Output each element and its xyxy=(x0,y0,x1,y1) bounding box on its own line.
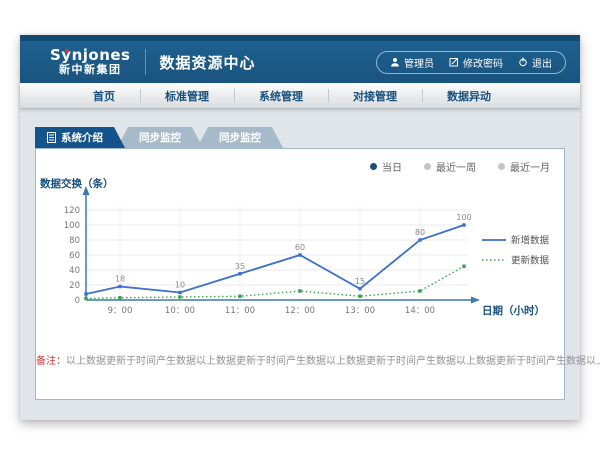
legend-entry-0[interactable]: 新增数据 xyxy=(482,235,550,247)
series-0-point-2 xyxy=(178,291,181,294)
svg-text:13：00: 13：00 xyxy=(345,306,375,316)
logo-brand-text: Synjones xyxy=(50,48,131,64)
series-0-point-0 xyxy=(84,292,87,295)
svg-text:40: 40 xyxy=(69,266,80,276)
radio-today[interactable]: 当日 xyxy=(370,159,402,174)
tab-bar: 系统介绍 同步监控 同步监控 xyxy=(35,127,565,148)
power-icon xyxy=(518,57,528,67)
svg-text:14：00: 14：00 xyxy=(405,306,435,316)
svg-text:80: 80 xyxy=(69,236,80,246)
series-1-point-4 xyxy=(298,289,301,292)
tab-sync-monitor-1[interactable]: 同步监控 xyxy=(117,127,203,148)
admin-user-label: 管理员 xyxy=(404,55,434,70)
radio-last-week-label: 最近一周 xyxy=(436,159,476,174)
nav-item-home[interactable]: 首页 xyxy=(68,83,140,108)
series-1-point-5 xyxy=(358,295,361,298)
nav-item-interface-mgmt-label: 对接管理 xyxy=(353,88,397,104)
series-1-point-2 xyxy=(178,295,181,298)
logout-label: 退出 xyxy=(532,55,552,70)
svg-text:15: 15 xyxy=(355,277,365,286)
radio-dot xyxy=(370,163,377,170)
footnote: 备注：以上数据更新于时间产生数据以上数据更新于时间产生数据以上数据更新于时间产生… xyxy=(36,352,564,367)
svg-text:12：00: 12：00 xyxy=(285,306,315,316)
series-line-0 xyxy=(86,225,464,294)
line-chart: 数据交换（条） 日期（小时） 0 20 40 60 80 100 120 9：00 10：00 11：… xyxy=(36,176,564,340)
admin-user-button[interactable]: 管理员 xyxy=(390,55,434,70)
data-exchange-chart: 数据交换（条） 日期（小时） 0 20 40 60 80 100 120 9：00 10：00 11：… xyxy=(36,176,564,336)
series-1-point-7 xyxy=(462,265,465,268)
svg-text:120: 120 xyxy=(64,206,80,216)
series-0-point-5 xyxy=(358,287,361,290)
svg-text:60: 60 xyxy=(69,251,80,261)
nav-item-data-change[interactable]: 数据异动 xyxy=(422,83,516,108)
series-0-point-6 xyxy=(418,238,421,241)
logout-button[interactable]: 退出 xyxy=(518,55,552,70)
nav-item-interface-mgmt[interactable]: 对接管理 xyxy=(328,83,422,108)
legend-entry-1[interactable]: 更新数据 xyxy=(482,255,550,267)
svg-text:60: 60 xyxy=(295,243,305,252)
radio-last-week[interactable]: 最近一周 xyxy=(424,159,476,174)
nav-item-system-mgmt-label: 系统管理 xyxy=(259,88,303,104)
series-0-point-7 xyxy=(462,223,465,226)
chart-panel: 当日 最近一周 最近一月 数据交换（条） 日期（小时） 0 20 40 60 80 100 12… xyxy=(35,148,565,400)
svg-text:10: 10 xyxy=(175,281,185,290)
series-0-point-4 xyxy=(298,253,301,256)
svg-text:9：00: 9：00 xyxy=(108,306,133,316)
change-password-button[interactable]: 修改密码 xyxy=(449,55,503,70)
nav-item-data-change-label: 数据异动 xyxy=(447,88,491,104)
nav-item-standard-mgmt-label: 标准管理 xyxy=(165,88,209,104)
svg-text:100: 100 xyxy=(456,213,471,222)
svg-text:日期（小时）: 日期（小时） xyxy=(482,304,545,317)
radio-last-month[interactable]: 最近一月 xyxy=(498,159,550,174)
radio-today-label: 当日 xyxy=(382,159,402,174)
radio-last-month-label: 最近一月 xyxy=(510,159,550,174)
series-1-point-3 xyxy=(238,295,241,298)
tab-sync-monitor-2-label: 同步监控 xyxy=(219,130,261,145)
nav-item-system-mgmt[interactable]: 系统管理 xyxy=(234,83,328,108)
series-1-point-1 xyxy=(118,296,121,299)
change-password-label: 修改密码 xyxy=(463,55,503,70)
svg-text:更新数据: 更新数据 xyxy=(511,255,550,267)
document-icon xyxy=(47,132,56,143)
nav-item-home-label: 首页 xyxy=(93,88,115,104)
time-range-radios: 当日 最近一周 最近一月 xyxy=(36,149,564,174)
logo-sub-text: 新中新集团 xyxy=(50,64,131,76)
tab-sync-monitor-2[interactable]: 同步监控 xyxy=(197,127,283,148)
svg-text:新增数据: 新增数据 xyxy=(511,235,550,247)
app-header: Synjones 新中新集团 数据资源中心 管理员 修改密码 xyxy=(20,41,580,83)
nav-item-standard-mgmt[interactable]: 标准管理 xyxy=(140,83,234,108)
header-divider xyxy=(145,49,146,75)
series-0-point-1 xyxy=(118,285,121,288)
series-line-1 xyxy=(86,266,464,298)
tab-system-intro-label: 系统介绍 xyxy=(61,130,103,145)
series-1-point-6 xyxy=(418,289,421,292)
app-window: Synjones 新中新集团 数据资源中心 管理员 修改密码 xyxy=(20,35,580,420)
svg-text:80: 80 xyxy=(415,228,425,237)
series-1-point-0 xyxy=(84,297,87,300)
svg-text:数据交换（条）: 数据交换（条） xyxy=(39,177,114,190)
radio-dot xyxy=(498,163,505,170)
svg-text:100: 100 xyxy=(64,221,80,231)
svg-text:11：00: 11：00 xyxy=(225,306,255,316)
footnote-text: 以上数据更新于时间产生数据以上数据更新于时间产生数据以上数据更新于时间产生数据以… xyxy=(66,356,600,367)
series-0-point-3 xyxy=(238,272,241,275)
tab-sync-monitor-1-label: 同步监控 xyxy=(139,130,181,145)
svg-text:35: 35 xyxy=(235,262,245,271)
svg-text:0: 0 xyxy=(75,296,80,306)
radio-dot xyxy=(424,163,431,170)
user-icon xyxy=(390,57,400,67)
main-nav: 首页 标准管理 系统管理 对接管理 数据异动 xyxy=(20,83,580,109)
user-menu: 管理员 修改密码 退出 xyxy=(376,51,566,74)
svg-text:20: 20 xyxy=(69,281,80,291)
content-area: 系统介绍 同步监控 同步监控 当日 最近一周 最近一月 数据交换（条） 日期（小时… xyxy=(20,109,580,420)
svg-text:18: 18 xyxy=(115,275,125,284)
page-title: 数据资源中心 xyxy=(160,52,256,73)
tab-system-intro[interactable]: 系统介绍 xyxy=(35,127,125,148)
svg-text:10：00: 10：00 xyxy=(165,306,195,316)
edit-icon xyxy=(449,57,459,67)
footnote-prefix: 备注： xyxy=(36,356,66,367)
company-logo: Synjones 新中新集团 xyxy=(50,48,131,75)
